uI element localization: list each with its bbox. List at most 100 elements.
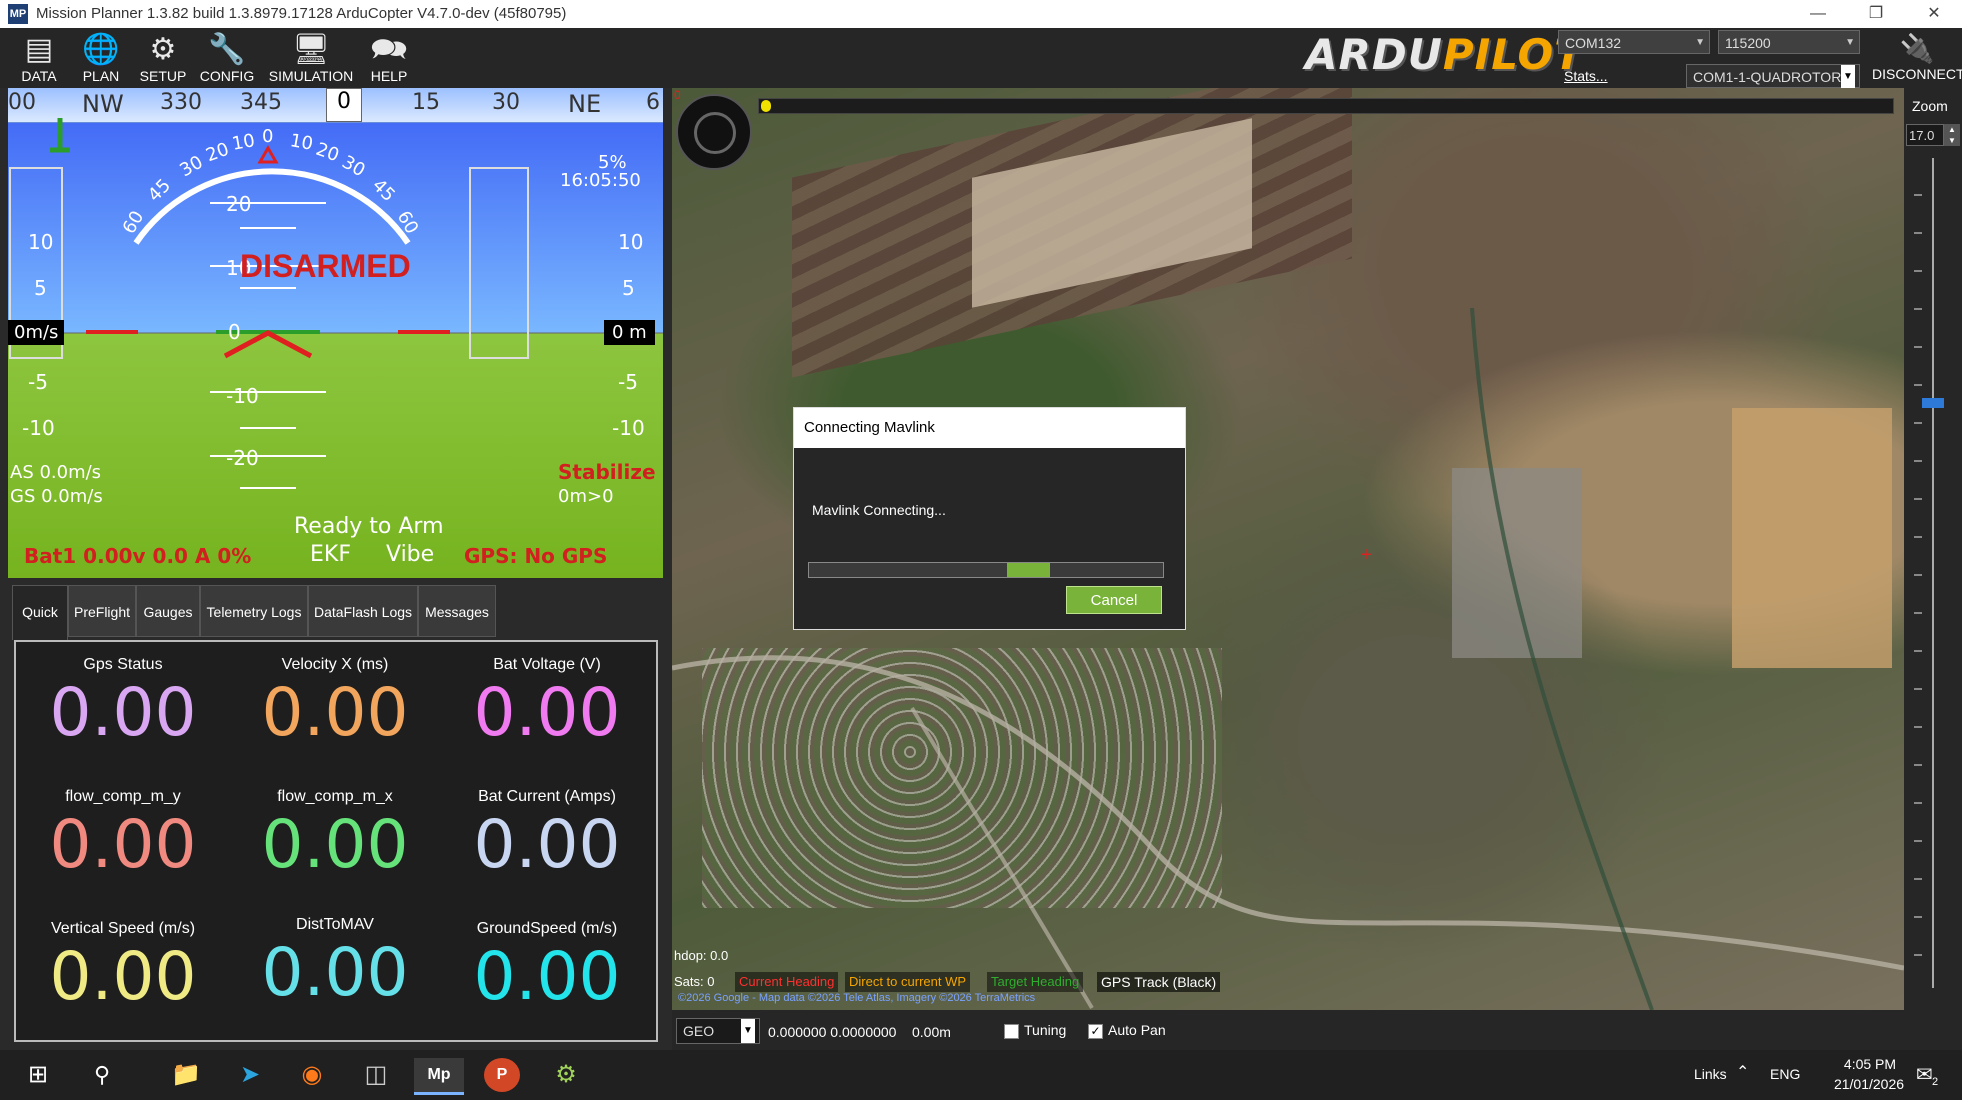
app-icon: MP <box>8 4 28 24</box>
telegram-icon[interactable]: ➤ <box>232 1058 268 1092</box>
wrench-icon: 🔧 <box>208 33 246 66</box>
com-port-select[interactable]: COM132 ▼ <box>1558 30 1710 54</box>
quick-item[interactable]: Velocity X (ms) 0.00 <box>230 656 440 752</box>
altitude-tick: -10 <box>612 416 645 440</box>
quick-item[interactable]: DistToMAV 0.00 <box>230 916 440 1012</box>
plan-button[interactable]: 🌐 PLAN <box>70 28 132 88</box>
quick-item[interactable]: Bat Voltage (V) 0.00 <box>442 656 652 752</box>
altitude-tick: 10 <box>618 230 644 254</box>
flight-mode: Stabilize <box>558 460 656 484</box>
restore-icon[interactable]: ❐ <box>1848 0 1904 28</box>
close-icon[interactable]: ✕ <box>1906 0 1962 28</box>
clock-date[interactable]: 21/01/2026 <box>1814 1076 1924 1092</box>
tab-messages[interactable]: Messages <box>418 585 496 637</box>
language-indicator[interactable]: ENG <box>1770 1066 1800 1082</box>
ekf-status[interactable]: EKF <box>310 542 351 567</box>
tab-quick[interactable]: Quick <box>12 585 68 640</box>
airspeed: AS 0.0m/s <box>10 462 102 483</box>
settings-icon[interactable]: ⚙ <box>548 1058 584 1092</box>
tab-preflight[interactable]: PreFlight <box>68 585 136 637</box>
dialog-message: Mavlink Connecting... <box>812 502 946 518</box>
data-icon: ▤ <box>24 33 54 66</box>
quick-item[interactable]: Bat Current (Amps) 0.00 <box>442 788 652 884</box>
data-label: DATA <box>21 68 57 84</box>
map-scrollbar[interactable] <box>758 98 1894 114</box>
quick-value: 0.00 <box>49 806 197 883</box>
roll-label: 0 <box>262 126 274 147</box>
connecting-dialog: Connecting Mavlink Mavlink Connecting...… <box>793 407 1186 630</box>
data-tabs: Quick PreFlight Gauges Telemetry Logs Da… <box>8 585 663 640</box>
chevron-down-icon: ▼ <box>741 1019 755 1043</box>
help-label: HELP <box>370 68 408 84</box>
coord-system-select[interactable]: GEO ▼ <box>676 1018 760 1044</box>
ardupilot-logo: ARDUPILOT <box>1305 30 1583 79</box>
disconnect-button[interactable]: 🔌 DISCONNECT <box>1872 32 1962 82</box>
pitch-label: 20 <box>226 192 252 216</box>
zoom-label: Zoom <box>1912 98 1948 114</box>
quick-label: GroundSpeed (m/s) <box>476 920 618 937</box>
chevron-down-icon: ▼ <box>1845 37 1855 48</box>
quick-item[interactable]: GroundSpeed (m/s) 0.00 <box>442 920 652 1016</box>
zoom-track[interactable] <box>1932 158 1934 988</box>
quick-value: 0.00 <box>49 674 197 751</box>
tab-dataflash-logs[interactable]: DataFlash Logs <box>308 585 418 637</box>
legend-gps-track: GPS Track (Black) <box>1097 972 1221 992</box>
notification-icon[interactable]: ✉ <box>1916 1062 1933 1087</box>
quick-item[interactable]: Vertical Speed (m/s) 0.00 <box>18 920 228 1016</box>
minimize-icon[interactable]: — <box>1790 0 1846 28</box>
quick-item[interactable]: flow_comp_m_y 0.00 <box>18 788 228 884</box>
vehicle-select[interactable]: COM1-1-QUADROTOR ▼ <box>1686 64 1860 89</box>
quick-label: flow_comp_m_x <box>277 788 393 805</box>
quick-value: 0.00 <box>261 674 409 751</box>
roll-label: 10 <box>288 130 315 155</box>
simulation-button[interactable]: 🖥 SIMULATION <box>266 28 356 88</box>
vibe-status[interactable]: Vibe <box>386 542 434 567</box>
powerpoint-icon[interactable]: P <box>484 1058 520 1092</box>
folder-icon[interactable]: 📁 <box>168 1058 204 1092</box>
tuning-checkbox[interactable] <box>1004 1024 1019 1039</box>
stats-link[interactable]: Stats... <box>1564 68 1608 84</box>
app-icon[interactable]: ◫ <box>358 1058 394 1092</box>
zoom-input[interactable]: 17.0 <box>1906 124 1944 146</box>
search-icon[interactable]: ⚲ <box>84 1058 120 1092</box>
quick-item[interactable]: flow_comp_m_x 0.00 <box>230 788 440 884</box>
quick-label: Velocity X (ms) <box>281 656 389 673</box>
current-speed: 0m/s <box>8 320 65 345</box>
setup-button[interactable]: ⚙ SETUP <box>132 28 194 88</box>
quick-item[interactable]: Gps Status 0.00 <box>18 656 228 752</box>
links-toolbar[interactable]: Links <box>1694 1066 1727 1082</box>
notification-count: 2 <box>1932 1076 1939 1088</box>
simulation-label: SIMULATION <box>268 68 354 84</box>
baud-select[interactable]: 115200 ▼ <box>1718 30 1860 54</box>
config-label: CONFIG <box>199 68 255 84</box>
logo-part1: ARDU <box>1305 30 1443 79</box>
sats: Sats: 0 <box>674 974 715 989</box>
tuning-label: Tuning <box>1024 1022 1067 1038</box>
zoom-slider-thumb[interactable] <box>1922 398 1944 408</box>
dialog-title: Connecting Mavlink <box>794 408 1185 448</box>
autopan-checkbox[interactable]: ✓ <box>1088 1024 1103 1039</box>
start-icon[interactable]: ⊞ <box>20 1058 56 1092</box>
quick-value: 0.00 <box>473 674 621 751</box>
data-button[interactable]: ▤ DATA <box>8 28 70 88</box>
plug-icon: 🔌 <box>1899 33 1935 64</box>
tab-telemetry-logs[interactable]: Telemetry Logs <box>200 585 308 637</box>
tab-gauges[interactable]: Gauges <box>136 585 200 637</box>
altitude-tick: 5 <box>622 276 635 300</box>
help-button[interactable]: 🗪 HELP <box>358 28 420 88</box>
chevron-up-icon[interactable]: ⌃ <box>1736 1062 1749 1082</box>
firefox-icon[interactable]: ◉ <box>294 1058 330 1092</box>
mission-planner-icon[interactable]: Mp <box>414 1058 464 1095</box>
current-altitude: 0 m <box>604 320 655 345</box>
hud[interactable]: 00 NW 330 345 0 15 30 NE 6 60 45 30 20 1… <box>8 88 663 578</box>
map-scroll-thumb[interactable] <box>761 100 771 112</box>
chevron-down-icon: ▼ <box>1695 37 1705 48</box>
windows-taskbar: ⊞ ⚲ 📁 ➤ ◉ ◫ Mp P ⚙ Links ⌃ ENG 4:05 PM 2… <box>0 1050 1962 1100</box>
cancel-button[interactable]: Cancel <box>1066 586 1162 614</box>
pitch-label: -20 <box>226 446 259 470</box>
zoom-spinner[interactable]: ▲ ▼ <box>1944 124 1960 146</box>
config-button[interactable]: 🔧 CONFIG <box>196 28 258 88</box>
map-status-row: GEO ▼ 0.000000 0.0000000 0.00m Tuning ✓ A… <box>672 1010 1962 1050</box>
clock-time[interactable]: 4:05 PM <box>1830 1056 1910 1072</box>
armed-state: DISARMED <box>240 248 411 284</box>
